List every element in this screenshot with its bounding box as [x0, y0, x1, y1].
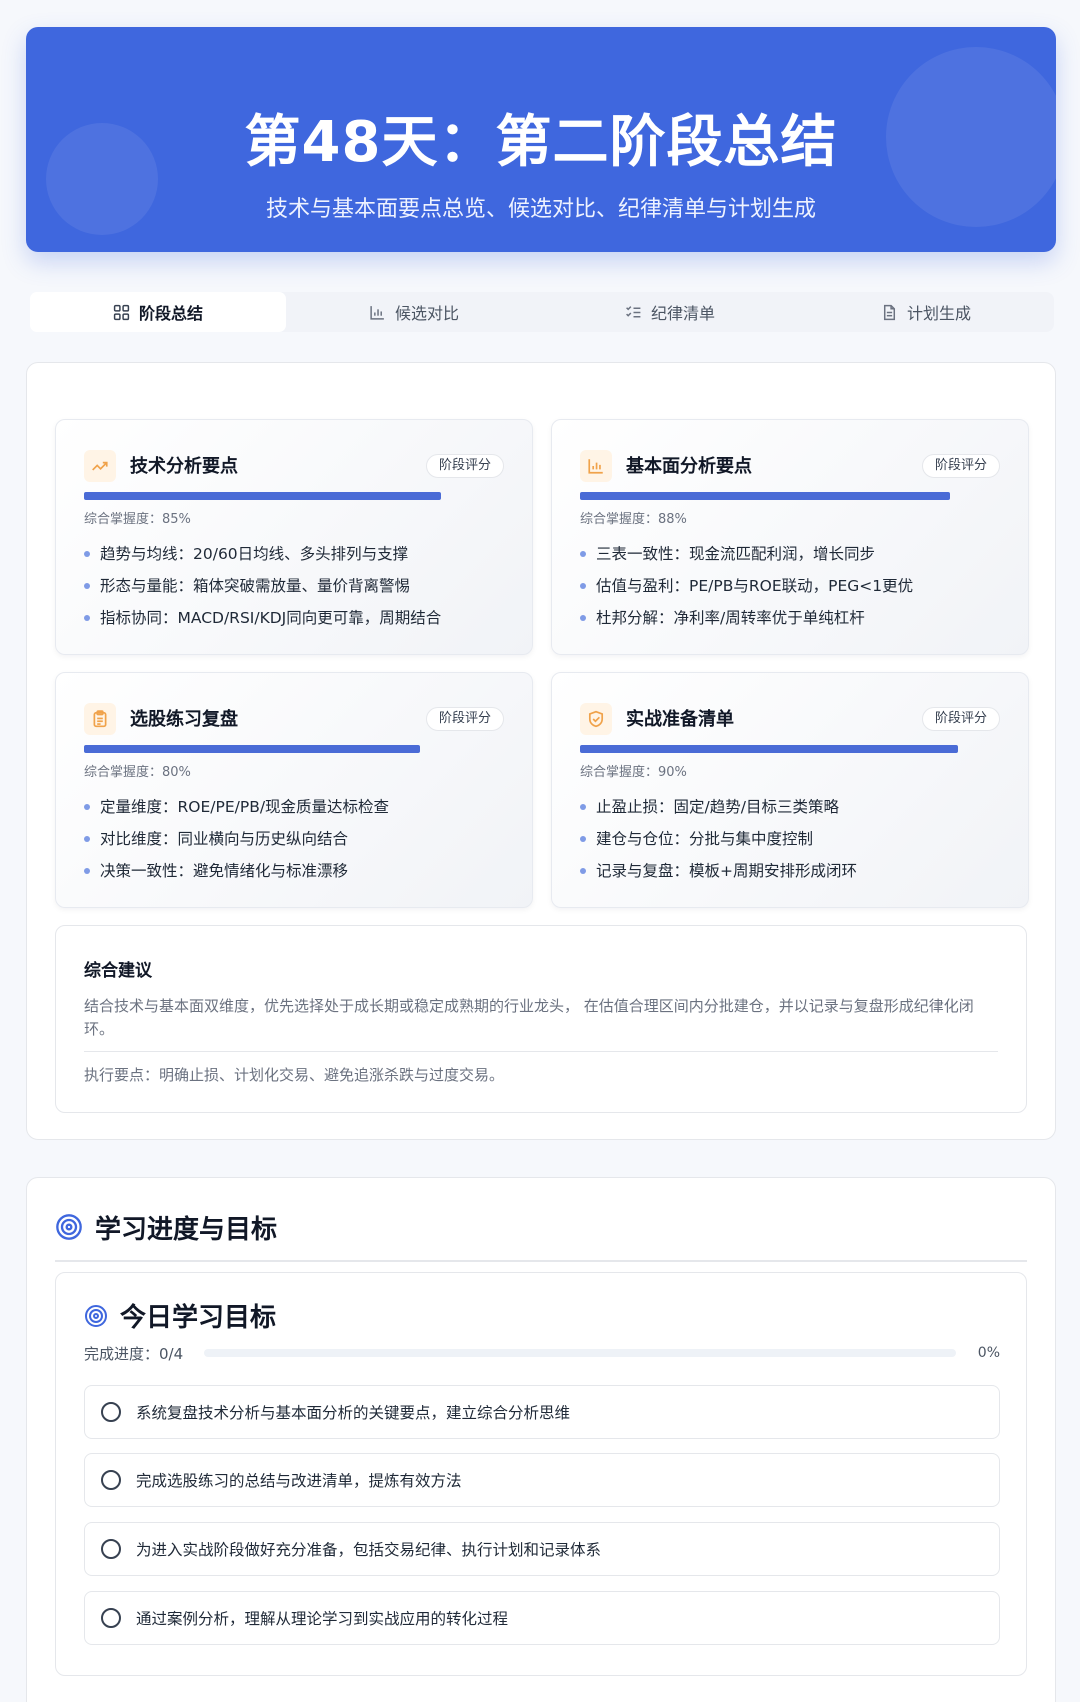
tab-compare[interactable]: 候选对比 — [286, 292, 542, 332]
list-item: 趋势与均线：20/60日均线、多头排列与支撑 — [84, 538, 441, 570]
tab-label: 纪律清单 — [650, 304, 715, 323]
goal-text: 系统复盘技术分析与基本面分析的关键要点，建立综合分析思维 — [136, 1404, 571, 1422]
tab-summary[interactable]: 阶段总结 — [30, 292, 286, 332]
mastery-bar — [84, 745, 504, 753]
tab-bar: 阶段总结 候选对比 纪律清单 计划生成 — [30, 292, 1054, 332]
card-stock-picking-review: 选股练习复盘 阶段评分 综合掌握度：80% 定量维度：ROE/PE/PB/现金质… — [55, 672, 533, 908]
list-item: 对比维度：同业横向与历史纵向结合 — [84, 823, 389, 855]
mastery-bar — [580, 745, 1000, 753]
section-header: 学习进度与目标 — [55, 1206, 1027, 1262]
goals-header: 今日学习目标 — [84, 1297, 276, 1334]
list-item: 记录与复盘：模板+周期安排形成闭环 — [580, 855, 857, 887]
tab-label: 候选对比 — [394, 304, 459, 323]
radio-button[interactable] — [101, 1402, 121, 1422]
summary-panel: 技术分析要点 阶段评分 综合掌握度：85% 趋势与均线：20/60日均线、多头排… — [26, 362, 1056, 1140]
tab-label: 计划生成 — [906, 304, 971, 323]
radio-button[interactable] — [101, 1539, 121, 1559]
point-list: 定量维度：ROE/PE/PB/现金质量达标检查 对比维度：同业横向与历史纵向结合… — [84, 791, 389, 887]
checklist-icon — [626, 305, 641, 317]
mastery-label: 综合掌握度：80% — [84, 765, 191, 780]
overall-advice: 综合建议 结合技术与基本面双维度，优先选择处于成长期或稳定成熟期的行业龙头， 在… — [55, 925, 1027, 1113]
divider — [84, 1051, 998, 1052]
bar-chart-icon — [580, 450, 612, 482]
mastery-bar-fill — [84, 492, 441, 500]
list-item: 估值与盈利：PE/PB与ROE联动，PEG<1更优 — [580, 570, 913, 602]
mastery-bar — [84, 492, 504, 500]
today-goals-card: 今日学习目标 完成进度：0/4 0% 系统复盘技术分析与基本面分析的关键要点，建… — [55, 1272, 1027, 1676]
target-icon — [85, 1304, 107, 1327]
goal-text: 为进入实战阶段做好充分准备，包括交易纪律、执行计划和记录体系 — [136, 1541, 602, 1559]
mastery-label: 综合掌握度：90% — [580, 765, 687, 780]
mastery-bar-fill — [84, 745, 420, 753]
mastery-label: 综合掌握度：88% — [580, 512, 687, 527]
stage-score-badge: 阶段评分 — [921, 454, 1000, 478]
card-title: 实战准备清单 — [626, 709, 734, 730]
advice-body: 结合技术与基本面双维度，优先选择处于成长期或稳定成熟期的行业龙头， 在估值合理区… — [84, 997, 974, 1038]
goal-item[interactable]: 为进入实战阶段做好充分准备，包括交易纪律、执行计划和记录体系 — [84, 1522, 1000, 1576]
tab-plan[interactable]: 计划生成 — [798, 292, 1054, 332]
card-title: 基本面分析要点 — [626, 456, 752, 477]
card-title: 选股练习复盘 — [130, 709, 238, 730]
page: 第48天：第二阶段总结 技术与基本面要点总览、候选对比、纪律清单与计划生成 阶段… — [0, 0, 1080, 1702]
tab-discipline[interactable]: 纪律清单 — [542, 292, 798, 332]
progress-label: 完成进度：0/4 — [84, 1344, 184, 1363]
list-item: 杜邦分解：净利率/周转率优于单纯杠杆 — [580, 602, 913, 634]
mastery-bar-fill — [580, 745, 958, 753]
stage-score-badge: 阶段评分 — [921, 707, 1000, 731]
document-icon — [883, 304, 896, 320]
mastery-bar-fill — [580, 492, 950, 500]
point-list: 趋势与均线：20/60日均线、多头排列与支撑 形态与量能：箱体突破需放量、量价背… — [84, 538, 441, 634]
mastery-label: 综合掌握度：85% — [84, 512, 191, 527]
goal-item[interactable]: 系统复盘技术分析与基本面分析的关键要点，建立综合分析思维 — [84, 1385, 1000, 1439]
clipboard-icon — [84, 703, 116, 735]
advice-title: 综合建议 — [84, 961, 152, 981]
page-subtitle: 技术与基本面要点总览、候选对比、纪律清单与计划生成 — [265, 197, 816, 222]
mastery-bar — [580, 492, 1000, 500]
radio-button[interactable] — [101, 1470, 121, 1490]
goal-text: 完成选股练习的总结与改进清单，提炼有效方法 — [136, 1472, 462, 1490]
completion-progress: 完成进度：0/4 0% — [84, 1343, 1000, 1363]
list-item: 形态与量能：箱体突破需放量、量价背离警惕 — [84, 570, 441, 602]
hero-banner: 第48天：第二阶段总结 技术与基本面要点总览、候选对比、纪律清单与计划生成 — [26, 27, 1056, 252]
goal-item[interactable]: 通过案例分析，理解从理论学习到实战应用的转化过程 — [84, 1591, 1000, 1645]
goal-text: 通过案例分析，理解从理论学习到实战应用的转化过程 — [136, 1610, 509, 1628]
shield-check-icon — [580, 703, 612, 735]
trending-up-icon — [84, 450, 116, 482]
list-item: 决策一致性：避免情绪化与标准漂移 — [84, 855, 389, 887]
goals-title: 今日学习目标 — [120, 1303, 277, 1333]
list-item: 指标协同：MACD/RSI/KDJ同向更可靠，周期结合 — [84, 602, 441, 634]
card-fundamental-analysis: 基本面分析要点 阶段评分 综合掌握度：88% 三表一致性：现金流匹配利润，增长同… — [551, 419, 1029, 655]
target-icon — [56, 1214, 82, 1240]
stage-score-badge: 阶段评分 — [425, 707, 504, 731]
grid-icon — [113, 304, 130, 320]
card-practice-checklist: 实战准备清单 阶段评分 综合掌握度：90% 止盈止损：固定/趋势/目标三类策略 … — [551, 672, 1029, 908]
advice-exec-points: 执行要点：明确止损、计划化交易、避免追涨杀跌与过度交易。 — [84, 1066, 505, 1084]
list-item: 定量维度：ROE/PE/PB/现金质量达标检查 — [84, 791, 389, 823]
section-title: 学习进度与目标 — [95, 1214, 278, 1245]
list-item: 三表一致性：现金流匹配利润，增长同步 — [580, 538, 913, 570]
point-list: 三表一致性：现金流匹配利润，增长同步 估值与盈利：PE/PB与ROE联动，PEG… — [580, 538, 913, 634]
card-title: 技术分析要点 — [130, 456, 238, 477]
bar-chart-icon — [370, 305, 384, 320]
point-list: 止盈止损：固定/趋势/目标三类策略 建仓与仓位：分批与集中度控制 记录与复盘：模… — [580, 791, 857, 887]
list-item: 止盈止损：固定/趋势/目标三类策略 — [580, 791, 857, 823]
goal-item[interactable]: 完成选股练习的总结与改进清单，提炼有效方法 — [84, 1453, 1000, 1507]
list-item: 建仓与仓位：分批与集中度控制 — [580, 823, 857, 855]
tab-label: 阶段总结 — [138, 304, 203, 323]
page-title: 第48天：第二阶段总结 — [244, 110, 838, 175]
card-technical-analysis: 技术分析要点 阶段评分 综合掌握度：85% 趋势与均线：20/60日均线、多头排… — [55, 419, 533, 655]
stage-score-badge: 阶段评分 — [425, 454, 504, 478]
progress-goals-section: 学习进度与目标 今日学习目标 完成进度：0/4 0% 系统复盘技术分析与基本面分… — [26, 1177, 1056, 1702]
progress-percent: 0% — [977, 1345, 1000, 1361]
progress-bar — [204, 1349, 956, 1357]
radio-button[interactable] — [101, 1608, 121, 1628]
